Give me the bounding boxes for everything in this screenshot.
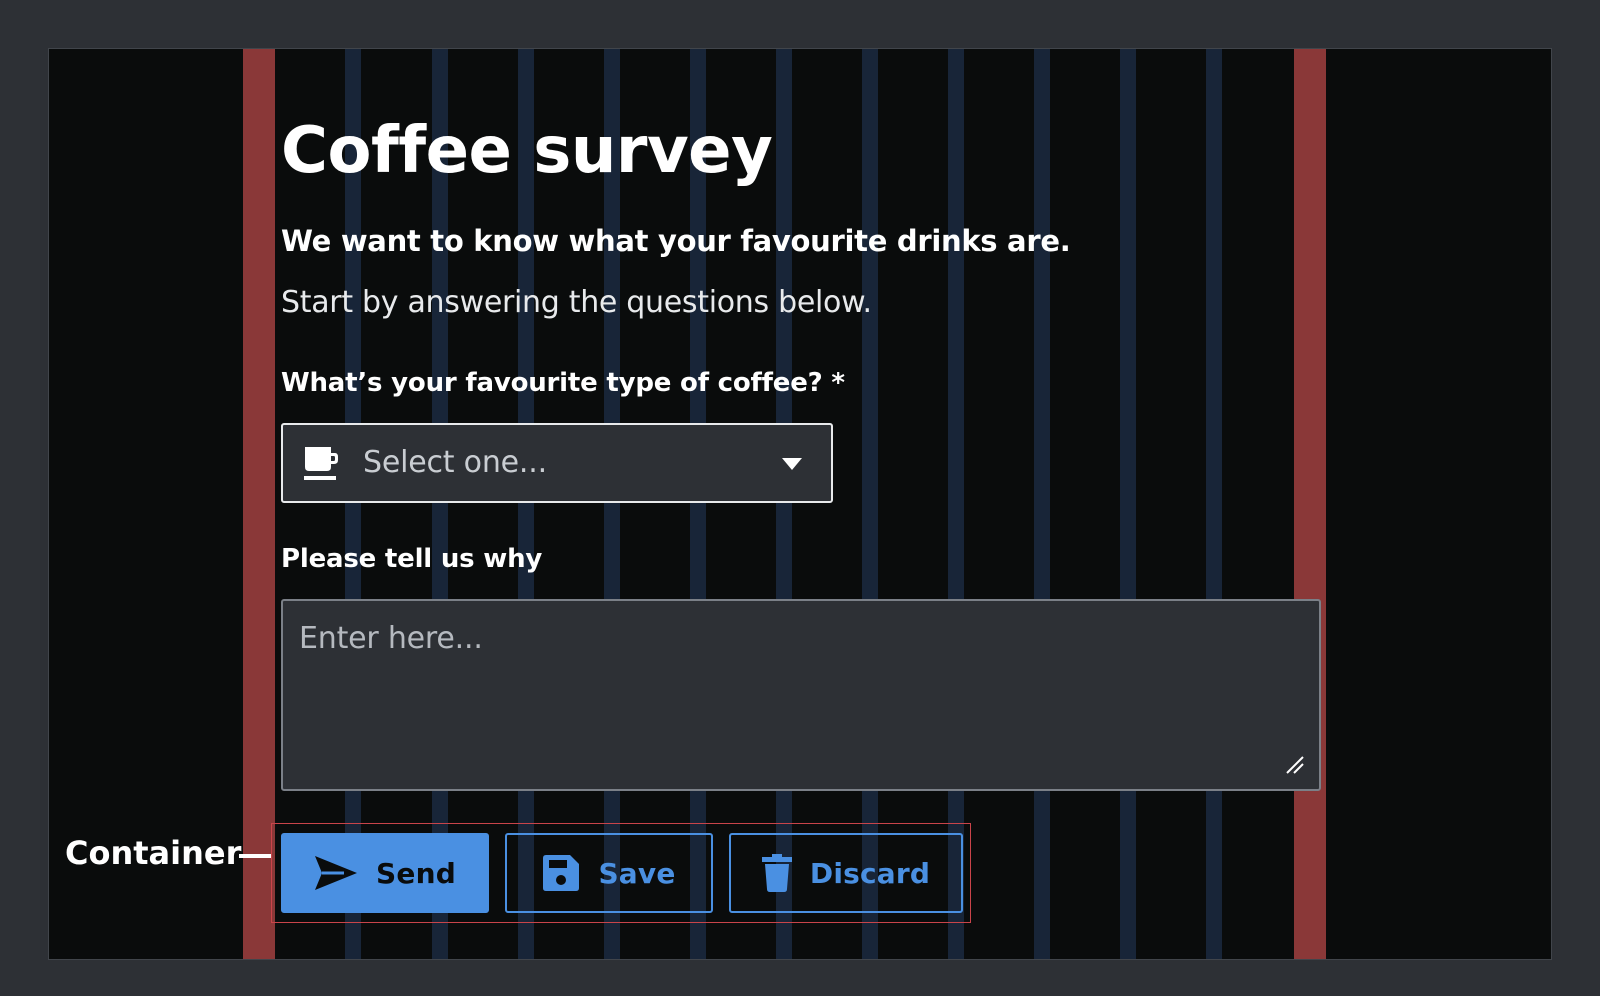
coffee-cup-icon [304, 447, 338, 480]
page-title: Coffee survey [281, 114, 773, 188]
trash-icon [761, 854, 792, 892]
coffee-type-select[interactable]: Select one... [281, 423, 833, 503]
caret-down-icon [782, 458, 802, 470]
lead-text: We want to know what your favourite drin… [281, 224, 1071, 258]
send-icon [315, 856, 358, 890]
coffee-type-label: What’s your favourite type of coffee? * [281, 368, 845, 398]
button-container: Send Save Discard [281, 833, 963, 913]
save-button-label: Save [598, 856, 676, 890]
discard-button[interactable]: Discard [729, 833, 963, 913]
reason-placeholder: Enter here... [299, 621, 483, 656]
coffee-select-value: Select one... [363, 445, 547, 480]
discard-button-label: Discard [809, 856, 931, 890]
reason-textarea[interactable]: Enter here... [281, 599, 1321, 791]
annotation-leader-line [239, 854, 271, 858]
survey-form: Coffee survey We want to know what your … [281, 111, 1321, 791]
layout-grid-frame: Coffee survey We want to know what your … [48, 48, 1552, 960]
send-button[interactable]: Send [281, 833, 489, 913]
intro-text: Start by answering the questions below. [281, 285, 872, 320]
send-button-label: Send [376, 856, 456, 890]
reason-label: Please tell us why [281, 544, 543, 574]
container-annotation-label: Container [65, 834, 242, 872]
resize-handle-icon[interactable] [1285, 755, 1305, 775]
floppy-disk-icon [543, 855, 580, 891]
save-button[interactable]: Save [505, 833, 713, 913]
